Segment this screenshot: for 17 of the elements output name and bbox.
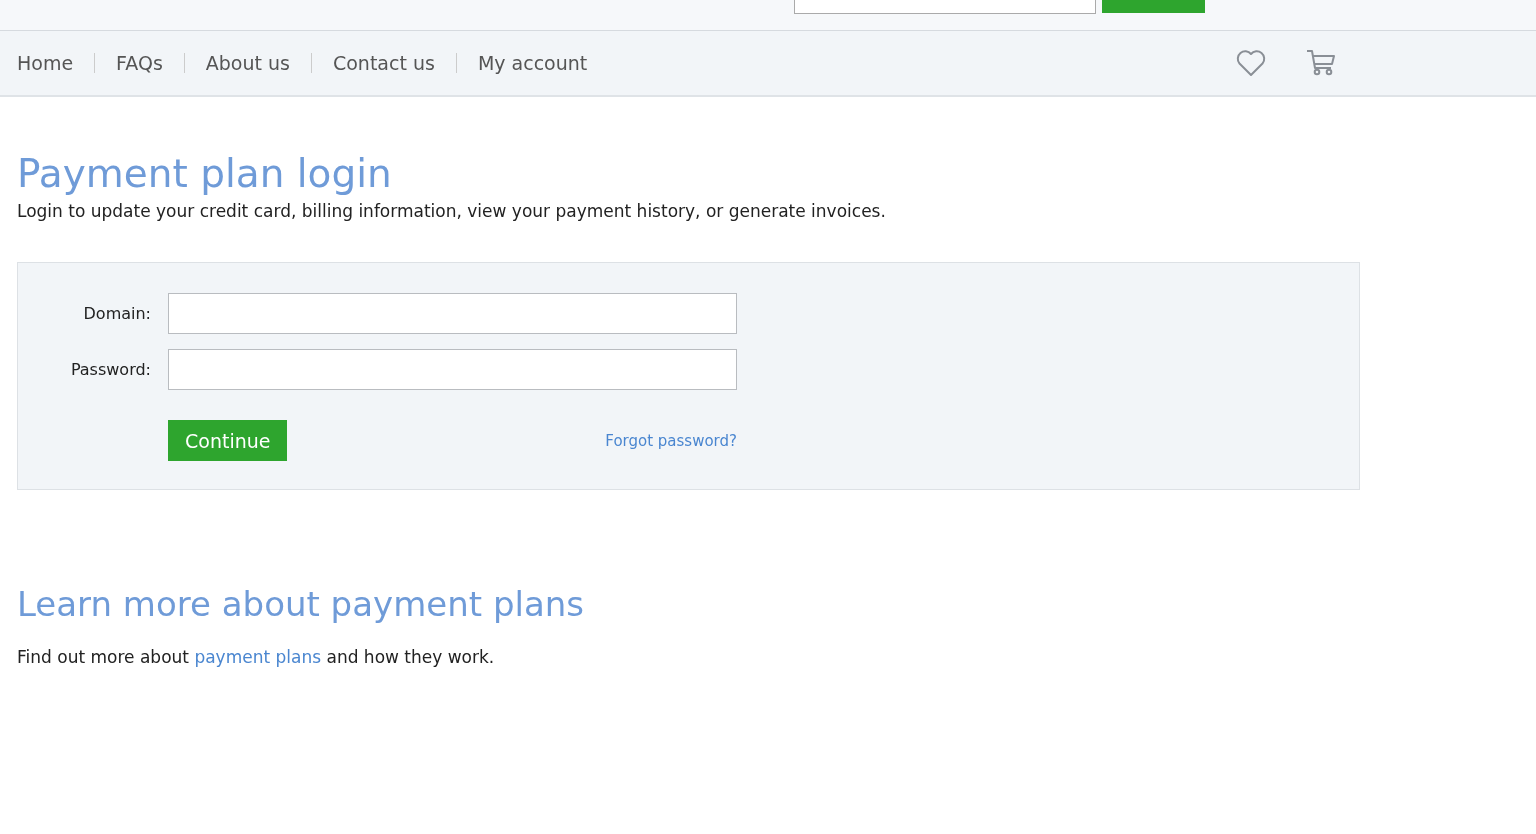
field-label: Password:: [69, 360, 151, 379]
input-field[interactable]: [168, 349, 737, 390]
input-field[interactable]: [168, 293, 737, 334]
section-title: Learn more about payment plans: [17, 583, 585, 626]
cart-icon[interactable]: [1306, 49, 1336, 77]
info-text: Find out more about payment plans and how they work.: [17, 647, 496, 667]
page-title: Payment plan login: [17, 150, 393, 198]
nav-link[interactable]: Home: [17, 52, 74, 74]
payment-plans-link[interactable]: payment plans: [194, 647, 322, 667]
nav-link[interactable]: My account: [477, 52, 588, 74]
nav-link[interactable]: FAQs: [116, 52, 163, 74]
intro-text: Login to update your credit card, billing information, view your payment history, or generate invoices.: [17, 201, 887, 221]
forgot-password-link[interactable]: Forgot password?: [605, 431, 737, 450]
nav-link[interactable]: About us: [205, 52, 290, 74]
nav-link[interactable]: Contact us: [332, 52, 435, 74]
field-label: Domain:: [82, 304, 151, 323]
heart-icon[interactable]: [1236, 49, 1266, 77]
